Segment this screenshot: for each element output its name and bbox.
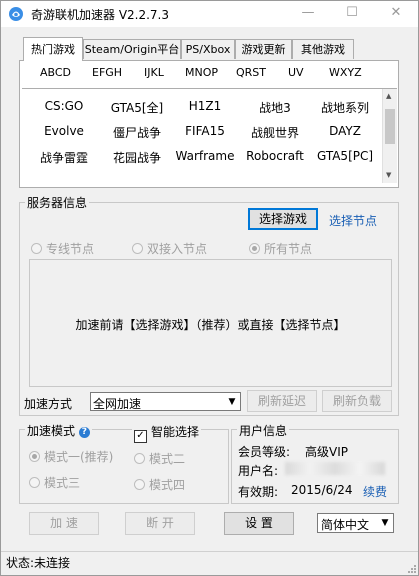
game-list: CS:GO GTA5[全] H1Z1 战地3 战地系列 Evolve 僵尸战争 … (22, 88, 397, 184)
connection-status: 状态:未连接 (6, 556, 71, 570)
accel-method-select[interactable]: 全网加速 ▼ (90, 392, 241, 411)
radio-dual-access-node[interactable]: 双接入节点 (132, 240, 207, 257)
hot-games-panel: ABCD EFGH IJKL MNOP QRST UV WXYZ CS:GO G… (19, 60, 399, 188)
alpha-filter-efgh[interactable]: EFGH (92, 66, 122, 79)
language-select[interactable]: 简体中文 ▼ (317, 513, 394, 533)
accel-mode-legend-text: 加速模式 (27, 424, 76, 438)
node-list-box[interactable]: 加速前请【选择游戏】（推荐）或直接【选择节点】 (29, 259, 392, 387)
scrollbar-thumb[interactable] (385, 109, 395, 144)
radio-label: 双接入节点 (147, 242, 208, 256)
radio-label: 模式一(推荐) (44, 450, 114, 464)
accel-mode-legend: 加速模式 ? (25, 422, 92, 439)
tab-other-games[interactable]: 其他游戏 (292, 39, 354, 59)
scroll-down-icon[interactable]: ▼ (386, 171, 391, 179)
renew-link[interactable]: 续费 (363, 483, 387, 500)
title-bar[interactable]: 奇游联机加速器 V2.2.7.3 — ☐ ✕ (1, 1, 418, 27)
window-title: 奇游联机加速器 V2.2.7.3 (31, 8, 170, 22)
server-info-legend: 服务器信息 (25, 194, 90, 211)
game-item[interactable]: 战地系列 (310, 99, 380, 116)
radio-mode-three[interactable]: 模式三 (29, 474, 80, 491)
radio-label: 模式三 (44, 476, 81, 490)
game-item[interactable]: DAYZ (310, 124, 380, 138)
radio-mode-two[interactable]: 模式二 (134, 450, 185, 467)
radio-label: 模式四 (149, 478, 186, 492)
game-item[interactable]: Robocraft (240, 149, 310, 163)
radio-indicator (249, 243, 260, 254)
app-logo-icon (9, 7, 23, 21)
username-value-redacted (285, 462, 385, 476)
help-icon[interactable]: ? (78, 427, 90, 438)
select-game-button[interactable]: 选择游戏 (248, 208, 318, 230)
accel-method-value: 全网加速 (93, 397, 142, 411)
radio-indicator (29, 451, 40, 462)
member-level-value: 高级VIP (305, 445, 348, 459)
game-item[interactable]: Evolve (29, 124, 99, 138)
status-bar: 状态:未连接 (1, 551, 418, 575)
node-hint-message: 加速前请【选择游戏】（推荐）或直接【选择节点】 (75, 318, 346, 332)
game-item[interactable]: 僵尸战争 (102, 124, 172, 141)
alpha-filter-mnop[interactable]: MNOP (185, 66, 218, 79)
game-item[interactable]: 花园战争 (102, 149, 172, 166)
radio-mode-one[interactable]: 模式一(推荐) (29, 448, 113, 465)
user-info-legend: 用户信息 (237, 422, 290, 439)
game-item[interactable]: GTA5[全] (102, 99, 172, 116)
resize-grip-icon[interactable] (406, 563, 416, 573)
disconnect-button[interactable]: 断 开 (125, 512, 195, 535)
alpha-filter-abcd[interactable]: ABCD (40, 66, 71, 79)
checkbox-check-icon: ✓ (134, 430, 147, 443)
radio-label: 模式二 (149, 452, 186, 466)
main-window: 奇游联机加速器 V2.2.7.3 — ☐ ✕ 热门游戏 Steam/Origin… (0, 0, 419, 576)
game-grid: CS:GO GTA5[全] H1Z1 战地3 战地系列 Evolve 僵尸战争 … (22, 89, 382, 183)
radio-label: 所有节点 (264, 242, 313, 256)
radio-all-nodes[interactable]: 所有节点 (249, 240, 312, 257)
tab-hot-games[interactable]: 热门游戏 (23, 37, 83, 61)
refresh-load-button[interactable]: 刷新负载 (322, 390, 392, 412)
game-item[interactable]: FIFA15 (170, 124, 240, 138)
maximize-button[interactable]: ☐ (330, 1, 374, 27)
radio-indicator (134, 453, 145, 464)
radio-label: 专线节点 (46, 242, 95, 256)
game-item[interactable]: 战舰世界 (240, 124, 310, 141)
tab-game-updates[interactable]: 游戏更新 (235, 39, 292, 59)
alpha-filter-uv[interactable]: UV (288, 66, 304, 79)
minimize-button[interactable]: — (286, 1, 330, 27)
smart-select-label: 智能选择 (151, 425, 200, 439)
game-item[interactable]: 战地3 (240, 99, 310, 116)
radio-mode-four[interactable]: 模式四 (134, 476, 185, 493)
tab-ps-xbox[interactable]: PS/Xbox (181, 39, 235, 59)
close-button[interactable]: ✕ (374, 1, 418, 27)
game-item[interactable]: GTA5[PC] (310, 149, 380, 163)
game-item[interactable]: Warframe (170, 149, 240, 163)
redaction-blur (285, 462, 385, 475)
scroll-up-icon[interactable]: ▲ (386, 92, 391, 100)
language-value: 简体中文 (321, 518, 370, 532)
settings-button[interactable]: 设 置 (224, 512, 294, 535)
chevron-down-icon: ▼ (228, 397, 236, 407)
radio-dedicated-node[interactable]: 专线节点 (31, 240, 94, 257)
radio-indicator (134, 479, 145, 490)
radio-indicator (31, 243, 42, 254)
alpha-filter-wxyz[interactable]: WXYZ (329, 66, 362, 79)
select-node-link[interactable]: 选择节点 (329, 212, 377, 229)
expiry-value: 2015/6/24 (291, 483, 353, 497)
username-label: 用户名: (238, 464, 279, 478)
game-item[interactable]: CS:GO (29, 99, 99, 113)
accel-method-label: 加速方式 (24, 397, 73, 411)
accelerate-button[interactable]: 加 速 (29, 512, 99, 535)
alpha-filter-qrst[interactable]: QRST (236, 66, 266, 79)
game-item[interactable]: H1Z1 (170, 99, 240, 113)
alpha-filter-ijkl[interactable]: IJKL (144, 66, 164, 79)
tab-steam-origin[interactable]: Steam/Origin平台 (83, 39, 181, 59)
game-item[interactable]: 战争雷霆 (29, 149, 99, 166)
chevron-down-icon: ▼ (381, 518, 389, 528)
radio-indicator (29, 477, 40, 488)
expiry-label: 有效期: (238, 485, 279, 499)
member-level-label: 会员等级: (238, 445, 291, 459)
radio-indicator (132, 243, 143, 254)
game-list-scrollbar[interactable]: ▲ ▼ (382, 89, 397, 183)
refresh-latency-button[interactable]: 刷新延迟 (247, 390, 317, 412)
smart-select-checkbox[interactable]: ✓ 智能选择 (132, 423, 202, 443)
